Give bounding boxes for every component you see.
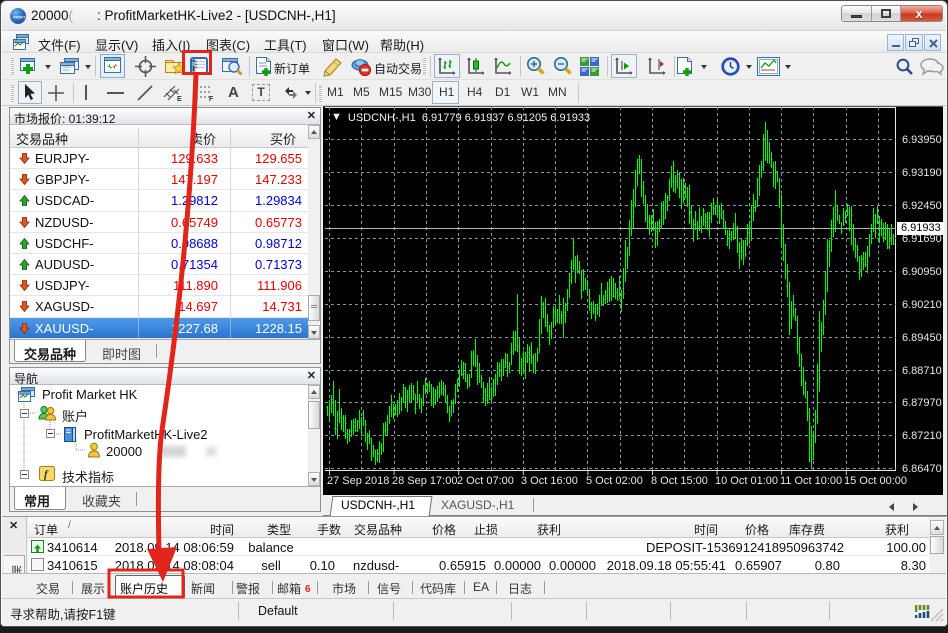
svg-text:E: E	[177, 96, 182, 102]
svg-text:F: F	[209, 96, 214, 102]
